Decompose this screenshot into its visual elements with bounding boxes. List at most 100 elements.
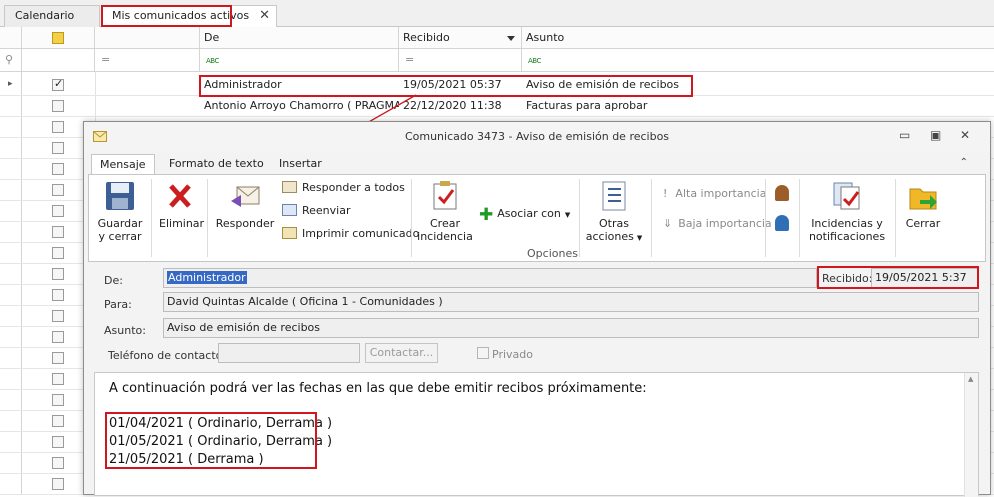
other-actions-dropdown[interactable]: Otras acciones ▼ — [583, 181, 645, 245]
row-checkbox[interactable] — [52, 310, 64, 322]
de-value: Administrador — [167, 271, 247, 284]
folder-exit-icon — [909, 188, 937, 210]
row-checkbox[interactable] — [52, 268, 64, 280]
delete-x-icon — [169, 184, 191, 208]
button-label: Baja importancia — [678, 217, 772, 230]
group-label: Opciones — [527, 247, 578, 260]
filter-recibido[interactable]: = — [399, 49, 522, 72]
table-row[interactable]: Antonio Arroyo Chamorro ( PRAGMA -... 22… — [0, 96, 994, 117]
row-checkbox[interactable] — [52, 394, 64, 406]
scroll-up-icon[interactable]: ▲ — [968, 375, 973, 383]
row-checkbox[interactable] — [52, 205, 64, 217]
divider — [799, 179, 800, 257]
asunto-field[interactable]: Aviso de emisión de recibos — [163, 318, 979, 338]
person-blue-icon[interactable] — [775, 215, 789, 234]
low-importance-button[interactable]: ⇓ Baja importancia — [663, 217, 772, 230]
filter-icon: ⚲ — [0, 49, 22, 72]
select-all-header[interactable] — [22, 27, 95, 49]
button-label: acciones — [585, 230, 634, 243]
close-icon[interactable]: ✕ — [259, 6, 270, 26]
row-checkbox[interactable] — [52, 436, 64, 448]
reply-button[interactable]: Responder — [215, 181, 275, 230]
incidents-notifications-button[interactable]: Incidencias y notificaciones — [805, 181, 889, 243]
row-checkbox[interactable] — [52, 184, 64, 196]
tab-label: Calendario — [15, 9, 75, 22]
ribbon-tabs: Mensaje Formato de texto Insertar ⌃ — [84, 152, 990, 175]
row-checkbox[interactable] — [52, 289, 64, 301]
row-checkbox[interactable] — [52, 457, 64, 469]
row-checkbox[interactable] — [52, 373, 64, 385]
create-incident-button[interactable]: Crear incidencia — [417, 181, 473, 243]
vertical-scrollbar[interactable]: ▲ — [964, 373, 978, 497]
grid-header: De Recibido Asunto — [0, 27, 994, 49]
close-button[interactable]: Cerrar — [901, 181, 945, 230]
divider — [411, 179, 412, 257]
check-column-icon[interactable] — [52, 32, 64, 44]
row-checkbox[interactable] — [52, 331, 64, 343]
button-label: Incidencias y — [811, 217, 883, 230]
row-checkbox[interactable] — [52, 77, 64, 91]
row-checkbox[interactable] — [52, 121, 64, 133]
button-label: Alta importancia — [675, 187, 767, 200]
tab-calendario[interactable]: Calendario — [4, 5, 100, 27]
button-label: Eliminar — [159, 217, 205, 230]
filter-cell[interactable] — [22, 49, 95, 72]
column-header-de[interactable]: De — [200, 27, 399, 49]
ribbon: Guardar y cerrar Eliminar Responder Respo… — [88, 174, 986, 262]
row-checkbox[interactable] — [52, 142, 64, 154]
button-label: notificaciones — [808, 230, 886, 243]
row-checkbox[interactable] — [52, 415, 64, 427]
minimize-button[interactable]: ▭ — [899, 128, 910, 142]
row-checkbox[interactable] — [52, 163, 64, 175]
associate-dropdown[interactable]: ✚ Asociar con ▼ — [479, 205, 570, 225]
blank-column-header — [95, 27, 200, 49]
filter-asunto[interactable]: ABC — [522, 49, 994, 72]
row-checkbox[interactable] — [52, 478, 64, 490]
tab-mis-comunicados[interactable]: Mis comunicados activos ✕ — [101, 5, 277, 28]
column-label: Asunto — [526, 31, 565, 44]
cell-asunto: Facturas para aprobar — [526, 99, 648, 112]
row-checkbox[interactable] — [52, 100, 64, 112]
message-body[interactable]: A continuación podrá ver las fechas en l… — [94, 372, 979, 497]
close-window-button[interactable]: ✕ — [960, 128, 970, 142]
filter-operator: = — [405, 53, 415, 66]
body-line: 01/04/2021 ( Ordinario, Derrama ) — [109, 416, 333, 431]
save-close-button[interactable]: Guardar y cerrar — [97, 181, 143, 243]
person-icon[interactable] — [775, 185, 789, 204]
contactar-button[interactable]: Contactar... — [365, 343, 438, 363]
button-label: Guardar — [97, 217, 143, 230]
recibido-label: Recibido: — [822, 272, 873, 285]
privado-checkbox[interactable] — [477, 347, 489, 359]
delete-button[interactable]: Eliminar — [159, 181, 205, 230]
filter-cell[interactable]: = — [95, 49, 200, 72]
telefono-label: Teléfono de contacto: — [108, 349, 227, 362]
tab-mensaje[interactable]: Mensaje — [91, 154, 155, 175]
de-field[interactable]: Administrador — [163, 268, 817, 288]
telefono-field[interactable] — [218, 343, 360, 363]
row-checkbox[interactable] — [52, 247, 64, 259]
maximize-button[interactable]: ▣ — [930, 128, 941, 142]
filter-de[interactable]: ABC — [200, 49, 399, 72]
tab-formato-texto[interactable]: Formato de texto — [161, 154, 272, 175]
table-row[interactable]: ▸ Administrador 19/05/2021 05:37 Aviso d… — [0, 75, 994, 96]
forward-button[interactable]: Reenviar — [282, 204, 351, 217]
reply-all-button[interactable]: Responder a todos — [282, 181, 405, 194]
row-checkbox[interactable] — [52, 352, 64, 364]
button-label: y cerrar — [98, 230, 142, 243]
clipboard-check-icon — [833, 182, 860, 210]
collapse-ribbon-icon[interactable]: ⌃ — [960, 157, 968, 168]
column-header-asunto[interactable]: Asunto — [522, 27, 994, 49]
floppy-disk-icon — [106, 182, 134, 210]
tab-insertar[interactable]: Insertar — [271, 154, 330, 175]
para-field[interactable]: David Quintas Alcalde ( Oficina 1 - Comu… — [163, 292, 979, 312]
tab-label: Mis comunicados activos — [112, 9, 250, 22]
column-header-recibido[interactable]: Recibido — [399, 27, 522, 49]
row-checkbox[interactable] — [52, 226, 64, 238]
print-button[interactable]: Imprimir comunicado — [282, 227, 419, 240]
recibido-field[interactable]: 19/05/2021 5:37 — [871, 268, 978, 288]
title-bar: Comunicado 3473 - Aviso de emisión de re… — [84, 122, 990, 152]
button-label: Imprimir comunicado — [302, 227, 420, 240]
cell-asunto: Aviso de emisión de recibos — [526, 78, 680, 91]
high-importance-button[interactable]: ! Alta importancia — [663, 187, 766, 200]
para-label: Para: — [104, 298, 132, 311]
